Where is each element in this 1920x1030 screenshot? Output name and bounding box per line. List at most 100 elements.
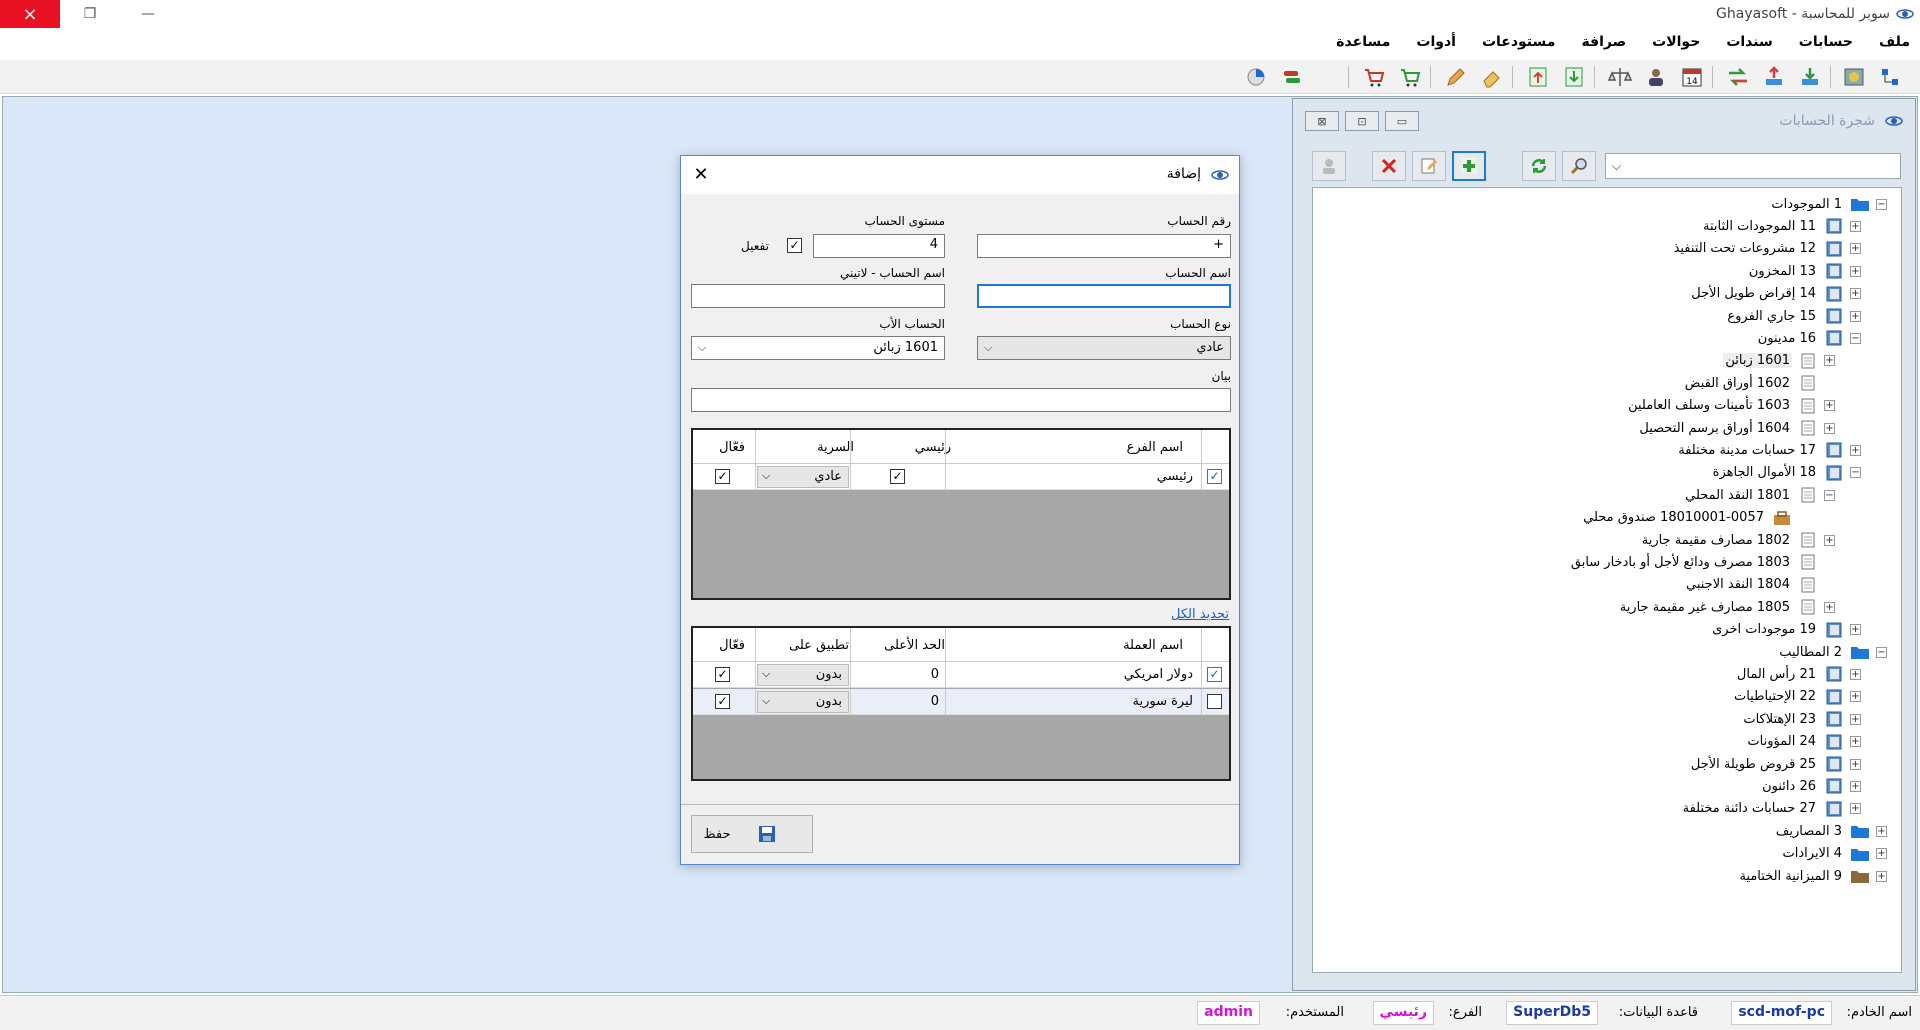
expand-icon[interactable]: + [1850,780,1861,792]
account-level-field[interactable]: 4 [813,234,945,258]
tree-node[interactable]: 1804 النقد الاجنبي [1684,575,1835,595]
expand-icon[interactable]: + [1850,310,1861,322]
tree-search-combo[interactable]: ⌵ [1605,153,1901,179]
account-name-field[interactable] [977,284,1231,308]
export-icon[interactable] [1762,65,1786,89]
tree-node[interactable]: − 1801 النقد المحلي [1683,485,1835,505]
expand-icon[interactable]: + [1876,825,1887,837]
pie-icon[interactable] [1244,65,1268,89]
max-limit-cell[interactable]: 0 [931,694,939,709]
row-select-checkbox[interactable] [1207,694,1222,709]
collapse-icon[interactable]: − [1850,332,1861,344]
tree-node[interactable]: +27 حسابات دائنة مختلفة [1681,799,1861,819]
dialog-close-button[interactable]: ✕ [691,164,711,185]
tree-node[interactable]: +1805 مصارف غير مقيمة جارية [1618,597,1835,617]
panel-maximize-button[interactable]: ⊡ [1345,111,1379,131]
menu-help[interactable]: مساعدة [1336,34,1390,50]
tree-node[interactable]: 18010001-0057 صندوق محلي [1581,508,1809,528]
expand-icon[interactable]: + [1850,668,1861,680]
accounts-tree[interactable]: −1 الموجودات +11 الموجودات الثابتة +12 مشر… [1312,187,1902,973]
window-restore-button[interactable]: ❐ [78,4,102,24]
table-row[interactable]: ليرة سورية 0 ⌵ بدون ✓ [693,689,1229,715]
map-icon[interactable] [1842,65,1866,89]
expand-icon[interactable]: + [1824,534,1835,546]
window-close-button[interactable]: × [0,0,60,28]
tree-icon[interactable] [1878,65,1902,89]
save-button[interactable]: حفظ [691,815,813,853]
calendar-icon[interactable]: 14 [1680,65,1704,89]
import-icon[interactable] [1798,65,1822,89]
download-icon[interactable] [1562,65,1586,89]
tree-add-button[interactable] [1452,151,1486,181]
expand-icon[interactable]: + [1850,803,1861,815]
active-checkbox[interactable]: ✓ [715,667,730,682]
tree-node[interactable]: − 2 المطاليب [1777,642,1887,662]
tree-node[interactable]: +25 قروض طويلة الأجل [1689,754,1861,774]
panel-close-button[interactable]: ⊠ [1305,111,1339,131]
collapse-icon[interactable]: − [1876,198,1887,210]
tree-node[interactable]: +1604 أوراق برسم التحصيل [1637,418,1835,438]
expand-icon[interactable]: + [1850,736,1861,748]
expand-icon[interactable]: + [1850,265,1861,277]
window-minimize-button[interactable]: — [136,4,160,24]
tree-node[interactable]: +1802 مصارف مقيمة جارية [1640,530,1835,550]
tree-node[interactable]: +3 المصاريف [1774,821,1887,841]
active-checkbox[interactable]: ✓ [715,469,730,484]
tree-edit-button[interactable] [1412,151,1446,181]
tree-node[interactable]: − 1 الموجودات [1769,194,1887,214]
tree-user-button[interactable] [1312,151,1346,181]
upload-icon[interactable] [1526,65,1550,89]
expand-icon[interactable]: + [1850,444,1861,456]
expand-icon[interactable]: + [1824,422,1835,434]
expand-icon[interactable]: + [1876,848,1887,860]
activate-checkbox[interactable]: ✓ [787,238,802,253]
menu-tools[interactable]: أدوات [1416,34,1456,50]
tree-node[interactable]: +17 حسابات مدينة مختلفة [1676,440,1861,460]
tree-delete-button[interactable] [1372,151,1406,181]
table-row[interactable]: ✓ دولار امريكي 0 ⌵ بدون ✓ [693,662,1229,688]
tree-node[interactable]: +21 رأس المال [1735,664,1861,684]
account-number-field[interactable]: + [977,234,1231,258]
tree-node[interactable]: +14 إقراض طويل الأجل [1689,284,1861,304]
tree-search-button[interactable] [1562,151,1596,181]
pencil-icon[interactable] [1444,65,1468,89]
tree-node[interactable]: 1803 مصرف ودائع لأجل أو بادخار سابق [1569,552,1835,572]
row-select-checkbox[interactable]: ✓ [1207,667,1222,682]
secrecy-select[interactable]: ⌵ عادي [757,466,849,488]
currencies-grid[interactable]: اسم العملة الحد الأعلى تطبيق على فعّال ✓… [691,626,1231,781]
cart-icon[interactable] [1398,65,1422,89]
expand-icon[interactable]: + [1850,691,1861,703]
tree-node[interactable]: +9 الميزانية الختامية [1737,866,1887,886]
menu-warehouses[interactable]: مستودعات [1482,34,1555,50]
tree-node[interactable]: +12 مشروعات تحت التنفيذ [1672,239,1861,259]
expand-icon[interactable]: + [1850,624,1861,636]
expand-icon[interactable]: + [1824,355,1835,367]
panel-minimize-button[interactable]: ▭ [1385,111,1419,131]
menu-exchange[interactable]: صرافة [1581,34,1626,50]
select-all-link[interactable]: تحديد الكل [1171,607,1229,622]
statement-field[interactable] [691,388,1231,412]
collapse-icon[interactable]: − [1876,646,1887,658]
apply-on-select[interactable]: ⌵ بدون [757,691,849,713]
tree-node[interactable]: +4 الايرادات [1781,844,1887,864]
tree-refresh-button[interactable] [1522,151,1556,181]
main-checkbox[interactable]: ✓ [890,469,905,484]
tree-node[interactable]: +22 الإحتياطيات [1732,687,1861,707]
expand-icon[interactable]: + [1850,713,1861,725]
tree-node[interactable]: +19 موجودات اخرى [1710,620,1861,640]
active-checkbox[interactable]: ✓ [715,694,730,709]
tree-node[interactable]: +15 جاري الفروع [1725,306,1861,326]
transfer-icon[interactable] [1726,65,1750,89]
tree-node[interactable]: +24 المؤونات [1745,732,1861,752]
menu-accounts[interactable]: حسابات [1799,34,1853,50]
tree-node[interactable]: − 16 مدينون [1756,328,1861,348]
menu-file[interactable]: ملف [1879,34,1910,50]
tree-node[interactable]: 1602 أوراق القبض [1683,373,1835,393]
tree-node[interactable]: +13 المخزون [1747,261,1861,281]
expand-icon[interactable]: + [1850,288,1861,300]
exchange-icon[interactable] [1280,65,1304,89]
parent-account-select[interactable]: ⌵ 1601 زبائن [691,336,945,360]
collapse-icon[interactable]: − [1824,489,1835,501]
apply-on-select[interactable]: ⌵ بدون [757,664,849,686]
tree-node[interactable]: +26 دائنون [1760,776,1861,796]
